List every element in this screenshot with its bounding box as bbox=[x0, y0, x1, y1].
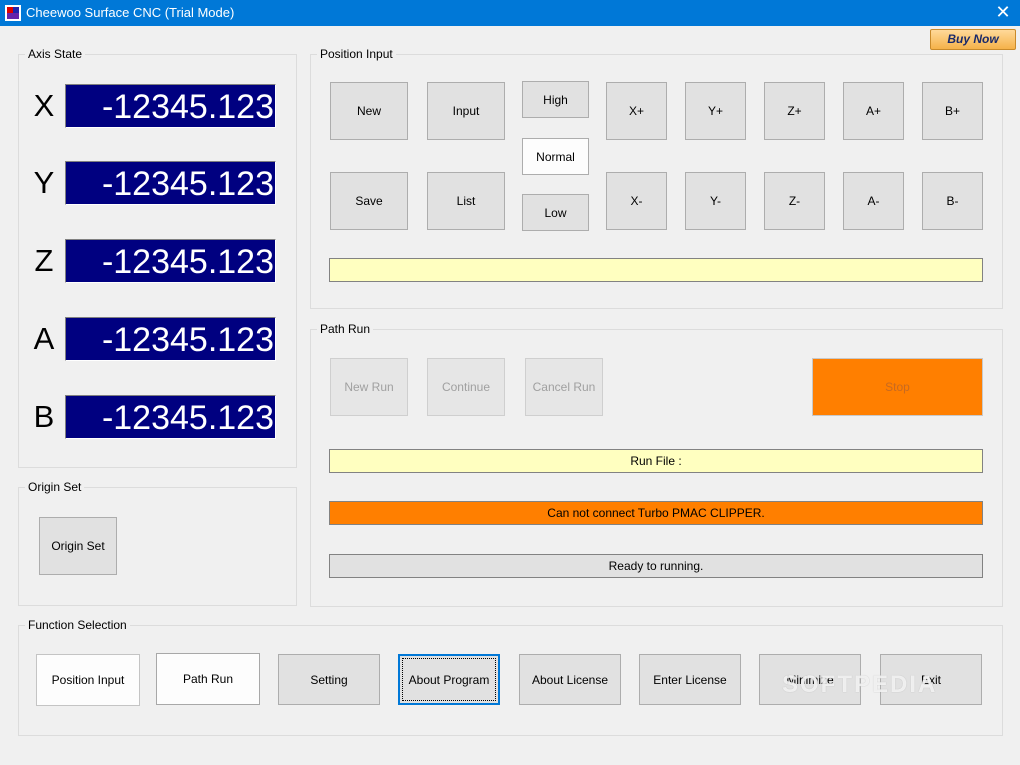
new-button[interactable]: New bbox=[330, 82, 408, 140]
axis-value-x: -12345.123 bbox=[65, 84, 276, 128]
run-file-bar: Run File : bbox=[329, 449, 983, 473]
speed-high-button[interactable]: High bbox=[522, 81, 589, 118]
speed-low-button[interactable]: Low bbox=[522, 194, 589, 231]
jog-z-plus-button[interactable]: Z+ bbox=[764, 82, 825, 140]
fn-setting-button[interactable]: Setting bbox=[278, 654, 380, 705]
continue-button[interactable]: Continue bbox=[427, 358, 505, 416]
app-icon bbox=[5, 5, 21, 21]
buy-now-button[interactable]: Buy Now bbox=[930, 29, 1016, 50]
jog-y-plus-button[interactable]: Y+ bbox=[685, 82, 746, 140]
window-title: Cheewoo Surface CNC (Trial Mode) bbox=[26, 5, 235, 20]
path-run-title: Path Run bbox=[317, 322, 374, 336]
list-button[interactable]: List bbox=[427, 172, 505, 230]
speed-normal-button[interactable]: Normal bbox=[522, 138, 589, 175]
jog-a-plus-button[interactable]: A+ bbox=[843, 82, 904, 140]
function-selection-title: Function Selection bbox=[25, 618, 130, 632]
origin-set-button[interactable]: Origin Set bbox=[39, 517, 117, 575]
jog-b-plus-button[interactable]: B+ bbox=[922, 82, 983, 140]
jog-x-minus-button[interactable]: X- bbox=[606, 172, 667, 230]
axis-label-b: B bbox=[33, 399, 55, 434]
axis-label-z: Z bbox=[34, 243, 54, 278]
new-run-button[interactable]: New Run bbox=[330, 358, 408, 416]
title-bar: Cheewoo Surface CNC (Trial Mode) ✕ bbox=[0, 0, 1020, 26]
axis-value-b: -12345.123 bbox=[65, 395, 276, 439]
stop-button[interactable]: Stop bbox=[812, 358, 983, 416]
axis-label-x: X bbox=[33, 88, 55, 123]
fn-about-program-button[interactable]: About Program bbox=[398, 654, 500, 705]
jog-z-minus-button[interactable]: Z- bbox=[764, 172, 825, 230]
fn-exit-button[interactable]: Exit bbox=[880, 654, 982, 705]
position-input-field[interactable] bbox=[329, 258, 983, 282]
jog-b-minus-button[interactable]: B- bbox=[922, 172, 983, 230]
save-button[interactable]: Save bbox=[330, 172, 408, 230]
input-button[interactable]: Input bbox=[427, 82, 505, 140]
connection-status-bar: Can not connect Turbo PMAC CLIPPER. bbox=[329, 501, 983, 525]
ready-status-bar: Ready to running. bbox=[329, 554, 983, 578]
axis-value-a: -12345.123 bbox=[65, 317, 276, 361]
position-input-title: Position Input bbox=[317, 47, 396, 61]
axis-value-z: -12345.123 bbox=[65, 239, 276, 283]
fn-about-license-button[interactable]: About License bbox=[519, 654, 621, 705]
jog-a-minus-button[interactable]: A- bbox=[843, 172, 904, 230]
axis-state-title: Axis State bbox=[25, 47, 86, 61]
fn-enter-license-button[interactable]: Enter License bbox=[639, 654, 741, 705]
jog-y-minus-button[interactable]: Y- bbox=[685, 172, 746, 230]
fn-minimize-button[interactable]: Minimize bbox=[759, 654, 861, 705]
close-icon[interactable]: ✕ bbox=[986, 0, 1020, 26]
jog-x-plus-button[interactable]: X+ bbox=[606, 82, 667, 140]
axis-label-a: A bbox=[33, 321, 55, 356]
origin-set-title: Origin Set bbox=[25, 480, 85, 494]
axis-value-y: -12345.123 bbox=[65, 161, 276, 205]
fn-path-run-button[interactable]: Path Run bbox=[156, 653, 260, 705]
fn-position-input-button[interactable]: Position Input bbox=[36, 654, 140, 706]
axis-label-y: Y bbox=[33, 165, 55, 200]
cancel-run-button[interactable]: Cancel Run bbox=[525, 358, 603, 416]
